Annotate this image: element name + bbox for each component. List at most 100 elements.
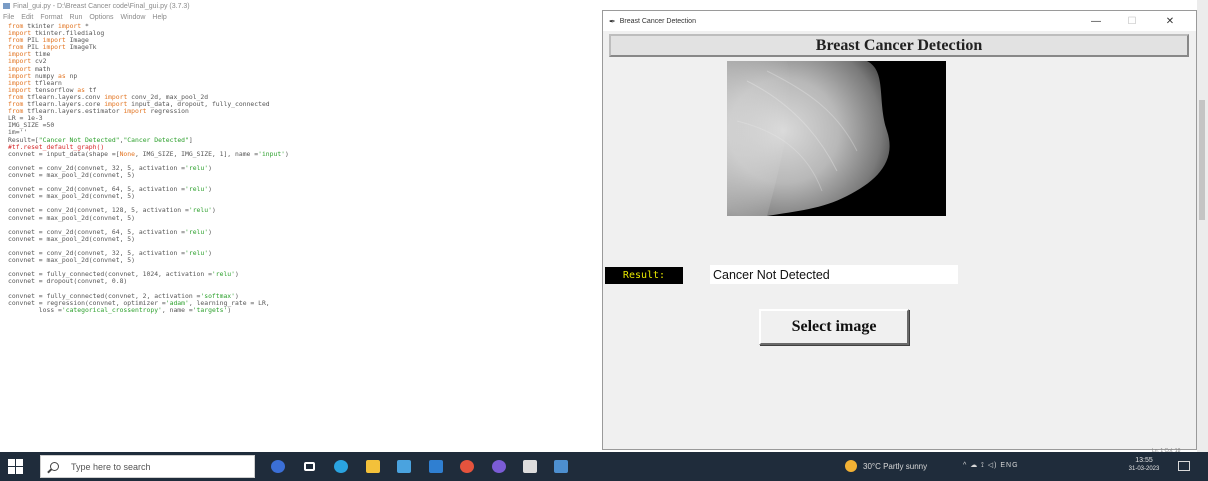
code-line: Result=["Cancer Not Detected","Cancer De… — [8, 137, 600, 144]
code-token: ) — [208, 164, 212, 172]
code-token: 'targets' — [192, 306, 228, 314]
scrollbar-thumb[interactable] — [1199, 100, 1205, 220]
maximize-button[interactable]: ☐ — [1117, 11, 1147, 31]
code-token: 'relu' — [188, 207, 212, 215]
code-token: np — [69, 72, 78, 80]
code-token: from — [8, 101, 28, 109]
code-token: 'relu' — [211, 271, 236, 279]
code-token: "Cancer Not Detected" — [38, 136, 120, 144]
tk-feather-icon: ✒ — [609, 16, 616, 26]
taskbar-mail-icon[interactable] — [426, 457, 445, 476]
minimize-button[interactable]: — — [1081, 11, 1111, 31]
code-token: import — [8, 86, 35, 94]
code-token: import — [42, 44, 70, 52]
code-token: ) — [285, 150, 289, 158]
code-token: time — [34, 51, 51, 59]
code-token: import — [123, 108, 151, 116]
taskbar-clock[interactable]: 13:55 31-03-2023 — [1122, 457, 1166, 472]
taskbar-store-icon[interactable] — [394, 457, 413, 476]
code-token: import — [8, 51, 35, 59]
code-token: LR = 1e-3 — [8, 115, 43, 123]
code-token: convnet = max_pool_2d(convnet, 5) — [8, 235, 135, 243]
menu-edit[interactable]: Edit — [21, 14, 33, 21]
app-heading: Breast Cancer Detection — [609, 34, 1189, 57]
code-line: convnet = max_pool_2d(convnet, 5) — [8, 257, 600, 264]
app-titlebar: ✒ Breast Cancer Detection — ☐ ✕ — [603, 11, 1196, 31]
menu-window[interactable]: Window — [120, 14, 145, 21]
windows-taskbar: Type here to search 30°C Partly sunny ^ … — [0, 452, 1208, 481]
clock-time: 13:55 — [1135, 457, 1153, 464]
code-token: tf — [88, 86, 97, 94]
code-token: #tf.reset_default_graph() — [8, 143, 105, 151]
code-token: 'input' — [258, 150, 286, 158]
code-token: import — [8, 58, 35, 66]
code-token: Image — [69, 37, 89, 45]
taskbar-search-box[interactable]: Type here to search — [40, 455, 255, 478]
code-line: convnet = conv_2d(convnet, 64, 5, activa… — [8, 229, 600, 236]
code-token: import — [104, 101, 132, 109]
code-line: im='' — [8, 129, 600, 136]
weather-widget[interactable]: 30°C Partly sunny — [845, 460, 927, 472]
code-token: convnet = conv_2d(convnet, 32, 5, activa… — [8, 164, 185, 172]
taskbar-python-idle-icon[interactable] — [551, 457, 570, 476]
code-token: convnet = conv_2d(convnet, 32, 5, activa… — [8, 250, 185, 257]
code-token: convnet = conv_2d(convnet, 64, 5, activa… — [8, 228, 185, 236]
code-token: tflearn.layers.core — [27, 101, 105, 109]
code-line: IMG_SIZE =50 — [8, 122, 600, 129]
code-token: , learning_rate = LR, — [188, 299, 270, 307]
code-token: "Cancer Detected" — [123, 136, 189, 144]
code-token: convnet = max_pool_2d(convnet, 5) — [8, 193, 135, 201]
code-token: conv_2d, max_pool_2d — [131, 93, 209, 101]
code-token: import — [58, 23, 85, 30]
windows-start-icon[interactable] — [8, 459, 24, 475]
menu-format[interactable]: Format — [40, 14, 62, 21]
result-output-field[interactable]: Cancer Not Detected — [710, 265, 958, 284]
taskbar-file-explorer-icon[interactable] — [363, 457, 382, 476]
menu-run[interactable]: Run — [70, 14, 83, 21]
search-icon — [50, 462, 59, 471]
code-line: from tflearn.layers.conv import conv_2d,… — [8, 94, 600, 101]
code-token: ) — [235, 292, 239, 300]
file-explorer-glyph — [365, 460, 380, 473]
code-token: from — [8, 37, 28, 45]
code-token: ) — [208, 186, 212, 194]
code-token: 'categorical_crossentropy' — [61, 306, 162, 314]
notification-icon[interactable] — [1178, 461, 1190, 471]
code-line: convnet = conv_2d(convnet, 32, 5, activa… — [8, 250, 600, 257]
code-editor-text[interactable]: from tkinter import * import tkinter.file… — [8, 23, 600, 314]
code-token: convnet = fully_connected(convnet, 2, ac… — [8, 292, 201, 300]
close-button[interactable]: ✕ — [1155, 11, 1185, 31]
menu-file[interactable]: File — [3, 14, 14, 21]
code-line: import tkinter.filedialog — [8, 30, 600, 37]
code-token: tensorflow — [34, 86, 78, 94]
code-line: import tensorflow as tf — [8, 87, 600, 94]
system-tray[interactable]: ^ ☁ ⟟ ◁) ENG — [963, 461, 1019, 470]
menu-options[interactable]: Options — [89, 14, 113, 21]
code-line: from PIL import Image — [8, 37, 600, 44]
code-line: loss ='categorical_crossentropy', name =… — [8, 307, 600, 314]
code-line: convnet = fully_connected(convnet, 1024,… — [8, 271, 600, 278]
code-token: import — [8, 72, 35, 80]
code-token: 'relu' — [185, 250, 209, 257]
chrome-glyph — [459, 460, 474, 473]
editor-scrollbar[interactable] — [1197, 0, 1208, 452]
task-view-glyph — [304, 462, 315, 471]
taskbar-chrome-icon[interactable] — [457, 457, 476, 476]
code-line: import cv2 — [8, 58, 600, 65]
taskbar-cortana-icon[interactable] — [268, 457, 287, 476]
select-image-button[interactable]: Select image — [759, 309, 909, 345]
mammogram-image — [727, 61, 946, 216]
code-line: import time — [8, 51, 600, 58]
taskbar-task-view-icon[interactable] — [300, 457, 319, 476]
taskbar-settings-icon[interactable] — [520, 457, 539, 476]
menu-help[interactable]: Help — [152, 14, 166, 21]
search-placeholder: Type here to search — [71, 461, 151, 472]
code-token: 'relu' — [185, 164, 209, 172]
taskbar-browser-icon[interactable] — [489, 457, 508, 476]
code-token: IMG_SIZE =50 — [8, 122, 55, 130]
code-line: import numpy as np — [8, 73, 600, 80]
taskbar-edge-icon[interactable] — [331, 457, 350, 476]
